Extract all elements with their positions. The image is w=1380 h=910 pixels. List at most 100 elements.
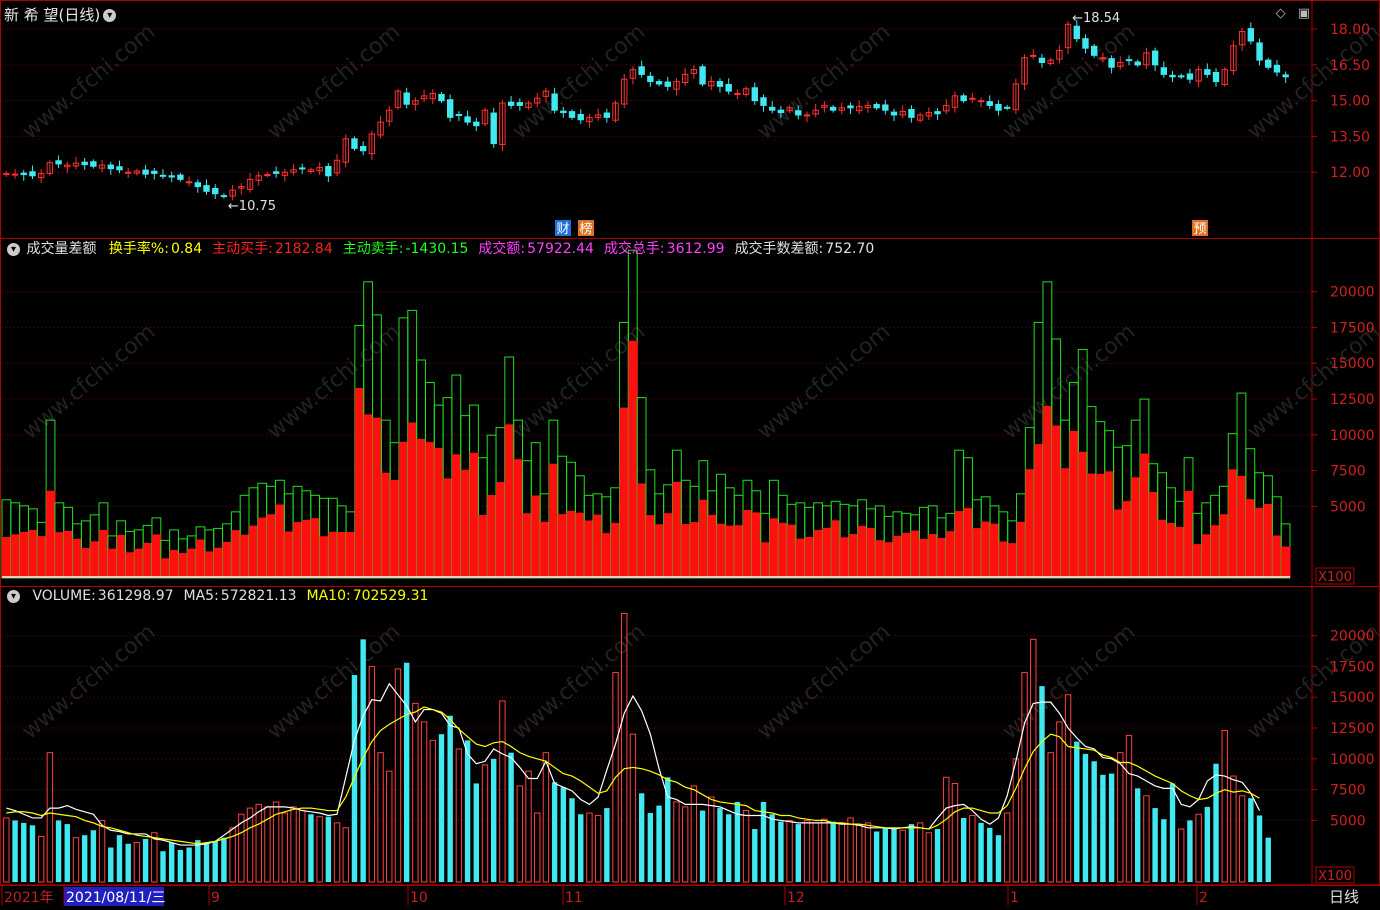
chevron-down-icon[interactable]: ▾ bbox=[103, 9, 117, 22]
buy-volume-bar bbox=[1042, 405, 1053, 578]
buy-volume-bar bbox=[487, 495, 497, 578]
buy-volume-bar bbox=[698, 499, 709, 578]
diff-tick-label: 7500 bbox=[1330, 464, 1366, 480]
candle-body bbox=[185, 181, 193, 184]
volume-bar-up bbox=[951, 782, 959, 883]
watermark-text: www.cfchi.com bbox=[1243, 319, 1380, 444]
volume-bar-down bbox=[1248, 798, 1254, 882]
diamond-icon[interactable]: ◇ bbox=[1276, 6, 1286, 21]
buy-volume-bar bbox=[1219, 514, 1229, 578]
candle-body bbox=[803, 114, 811, 117]
buy-volume-bar bbox=[566, 510, 576, 578]
volume-tick-label: 17500 bbox=[1330, 659, 1375, 675]
layout-icon[interactable]: ▣ bbox=[1298, 6, 1310, 21]
buy-volume-bar bbox=[584, 520, 594, 578]
volume-bar-up bbox=[594, 814, 602, 883]
volume-bar-down bbox=[873, 831, 880, 882]
volume-bar-down bbox=[717, 808, 723, 882]
buy-volume-bar bbox=[107, 548, 118, 578]
candle-body bbox=[20, 172, 27, 176]
buy-volume-bar bbox=[822, 527, 832, 578]
buy-volume-bar bbox=[937, 537, 947, 578]
low-annotation: ←10.75 bbox=[228, 199, 276, 214]
volume-bar-up bbox=[681, 806, 689, 883]
buy-volume-bar bbox=[63, 530, 74, 578]
volume-bar-up bbox=[1047, 752, 1054, 883]
period-label: 日线 bbox=[1329, 888, 1359, 906]
volume-bar-down bbox=[195, 840, 201, 882]
buy-volume-bar bbox=[990, 523, 1000, 578]
buy-volume-bar bbox=[619, 407, 629, 578]
buy-volume-bar bbox=[169, 550, 179, 578]
diff-tick-label: 12500 bbox=[1330, 392, 1375, 408]
buy-volume-bar bbox=[787, 524, 797, 578]
volume-unit-label: X100 bbox=[1318, 869, 1352, 884]
candle-body bbox=[1282, 74, 1289, 78]
watermark-text: www.cfchi.com bbox=[18, 619, 160, 744]
candle-body bbox=[960, 95, 967, 102]
watermark-text: www.cfchi.com bbox=[18, 19, 160, 144]
watermark-text: www.cfchi.com bbox=[998, 19, 1140, 144]
security-title[interactable]: 新 希 望(日线) ▾ bbox=[4, 4, 120, 25]
indicator-label: 成交总手: bbox=[603, 241, 665, 257]
diff-tick-label: 20000 bbox=[1330, 285, 1375, 301]
volume-bar-up bbox=[516, 785, 524, 883]
x-axis-label: 2 bbox=[1199, 890, 1208, 906]
candle-body bbox=[1090, 45, 1098, 56]
volume-bar-down bbox=[447, 715, 453, 882]
volume-bar-down bbox=[752, 829, 758, 882]
volume-bar-up bbox=[368, 665, 376, 883]
candle-body bbox=[647, 75, 654, 83]
candle-body bbox=[90, 161, 97, 167]
volume-bar-down bbox=[1039, 686, 1045, 882]
buy-volume-bar bbox=[743, 510, 753, 578]
volume-bar-down bbox=[647, 813, 654, 882]
candle-body bbox=[516, 102, 524, 106]
volume-tick-label: 7500 bbox=[1330, 783, 1366, 799]
volume-bar-up bbox=[255, 803, 262, 883]
volume-bar-up bbox=[690, 785, 698, 883]
candle-body bbox=[203, 185, 210, 192]
buy-volume-bar bbox=[1175, 526, 1185, 578]
buy-volume-bar bbox=[866, 527, 876, 578]
buy-volume-bar bbox=[981, 521, 991, 578]
candle-body bbox=[934, 111, 941, 115]
volume-bar-up bbox=[899, 829, 906, 883]
buy-volume-bar bbox=[10, 534, 21, 578]
buy-volume-bar bbox=[310, 518, 321, 578]
volume-bar-up bbox=[412, 702, 419, 883]
candle-body bbox=[159, 174, 167, 177]
chevron-down-icon[interactable]: ▾ bbox=[7, 242, 20, 256]
volume-bar-up bbox=[525, 770, 532, 883]
candle-body bbox=[81, 161, 88, 166]
volume-tick-label: 15000 bbox=[1330, 690, 1375, 706]
watermark-text: www.cfchi.com bbox=[753, 319, 895, 444]
buy-volume-bar bbox=[284, 531, 294, 578]
volume-bar-down bbox=[221, 837, 227, 882]
buy-volume-bar bbox=[654, 524, 665, 578]
buy-volume-bar bbox=[319, 536, 329, 578]
buy-volume-bar bbox=[425, 442, 435, 578]
buy-volume-bar bbox=[143, 542, 153, 578]
x-axis-label: 10 bbox=[410, 890, 428, 906]
indicator-0: 换手率%: 0.84 bbox=[109, 241, 204, 257]
stock-chart[interactable]: www.cfchi.com www.cfchi.com www.cfchi.com w… bbox=[0, 0, 1380, 910]
volume-bar-down bbox=[995, 835, 1002, 882]
volume-bar-up bbox=[1003, 812, 1011, 883]
candle-body bbox=[1038, 57, 1046, 63]
volume-bar-down bbox=[21, 822, 27, 882]
panel-frame bbox=[0, 0, 1380, 239]
candle-body bbox=[107, 164, 114, 170]
volume-bar-down bbox=[934, 829, 941, 882]
volume-bar-down bbox=[438, 734, 445, 882]
candle-body bbox=[655, 81, 663, 85]
buy-volume-bar bbox=[187, 548, 197, 578]
indicator-value: 0.84 bbox=[170, 241, 203, 257]
volume-bar-up bbox=[847, 817, 854, 883]
volume-bar-down bbox=[1091, 761, 1097, 882]
candle-body bbox=[116, 166, 123, 171]
candle-body bbox=[873, 103, 880, 109]
buy-volume-bar bbox=[593, 514, 603, 578]
buy-volume-bar bbox=[249, 525, 259, 578]
chevron-down-icon[interactable]: ▾ bbox=[7, 589, 20, 603]
